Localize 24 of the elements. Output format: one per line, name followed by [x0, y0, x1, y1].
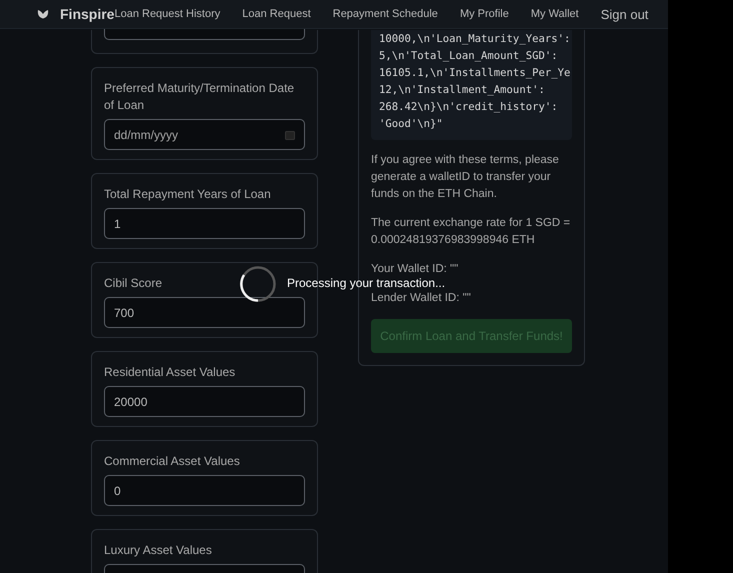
number-field[interactable]: 700 [104, 297, 305, 328]
nav-link[interactable]: Loan Request [242, 8, 311, 20]
exchange-rate-text: The current exchange rate for 1 SGD = 0.00024819376983998946 ETH [371, 216, 572, 248]
field-label: Commercial Asset Values [104, 453, 241, 470]
wallet-id-text: Your Wallet ID: "" [371, 262, 460, 277]
date-field[interactable]: dd/mm/yyyy [104, 119, 305, 150]
number-field[interactable]: 20000 [104, 386, 305, 417]
agreement-text: If you agree with these terms, please generate a walletID to transfer your funds on the ETH Chain. [371, 153, 560, 202]
nav-link[interactable]: Repayment Schedule [332, 8, 438, 20]
field-label: Total Repayment Years of Loan [104, 186, 272, 203]
brand-name[interactable]: Finspire [60, 6, 114, 22]
field-label: Residential Asset Values [104, 364, 236, 381]
sign-out-link[interactable]: Sign out [600, 6, 648, 22]
number-field[interactable]: 1 [104, 208, 305, 239]
nav-link[interactable]: My Profile [460, 8, 509, 20]
processing-message: Processing your transaction... [287, 276, 446, 290]
loan-terms-code: 10000,\n'Loan_Maturity_Years': 5,\n'Total_Loan_Amount_SGD': 16105.1,\n'Installments_Per_Ye 12,\n'Installment_Amount': 268.42\n}\n'credit_history': 'Good'\n}" [371, 30, 572, 140]
nav-link[interactable]: Loan Request History [114, 8, 220, 20]
field-label: Preferred Maturity/Termination Date of Loan [104, 80, 296, 114]
nav-link[interactable]: My Wallet [530, 8, 579, 20]
date-placeholder: dd/mm/yyyy [114, 128, 178, 142]
lender-wallet-id-text: Lender Wallet ID: "" [371, 291, 472, 306]
number-field[interactable]: 0 [104, 475, 305, 506]
field-label: Luxury Asset Values [104, 542, 213, 559]
